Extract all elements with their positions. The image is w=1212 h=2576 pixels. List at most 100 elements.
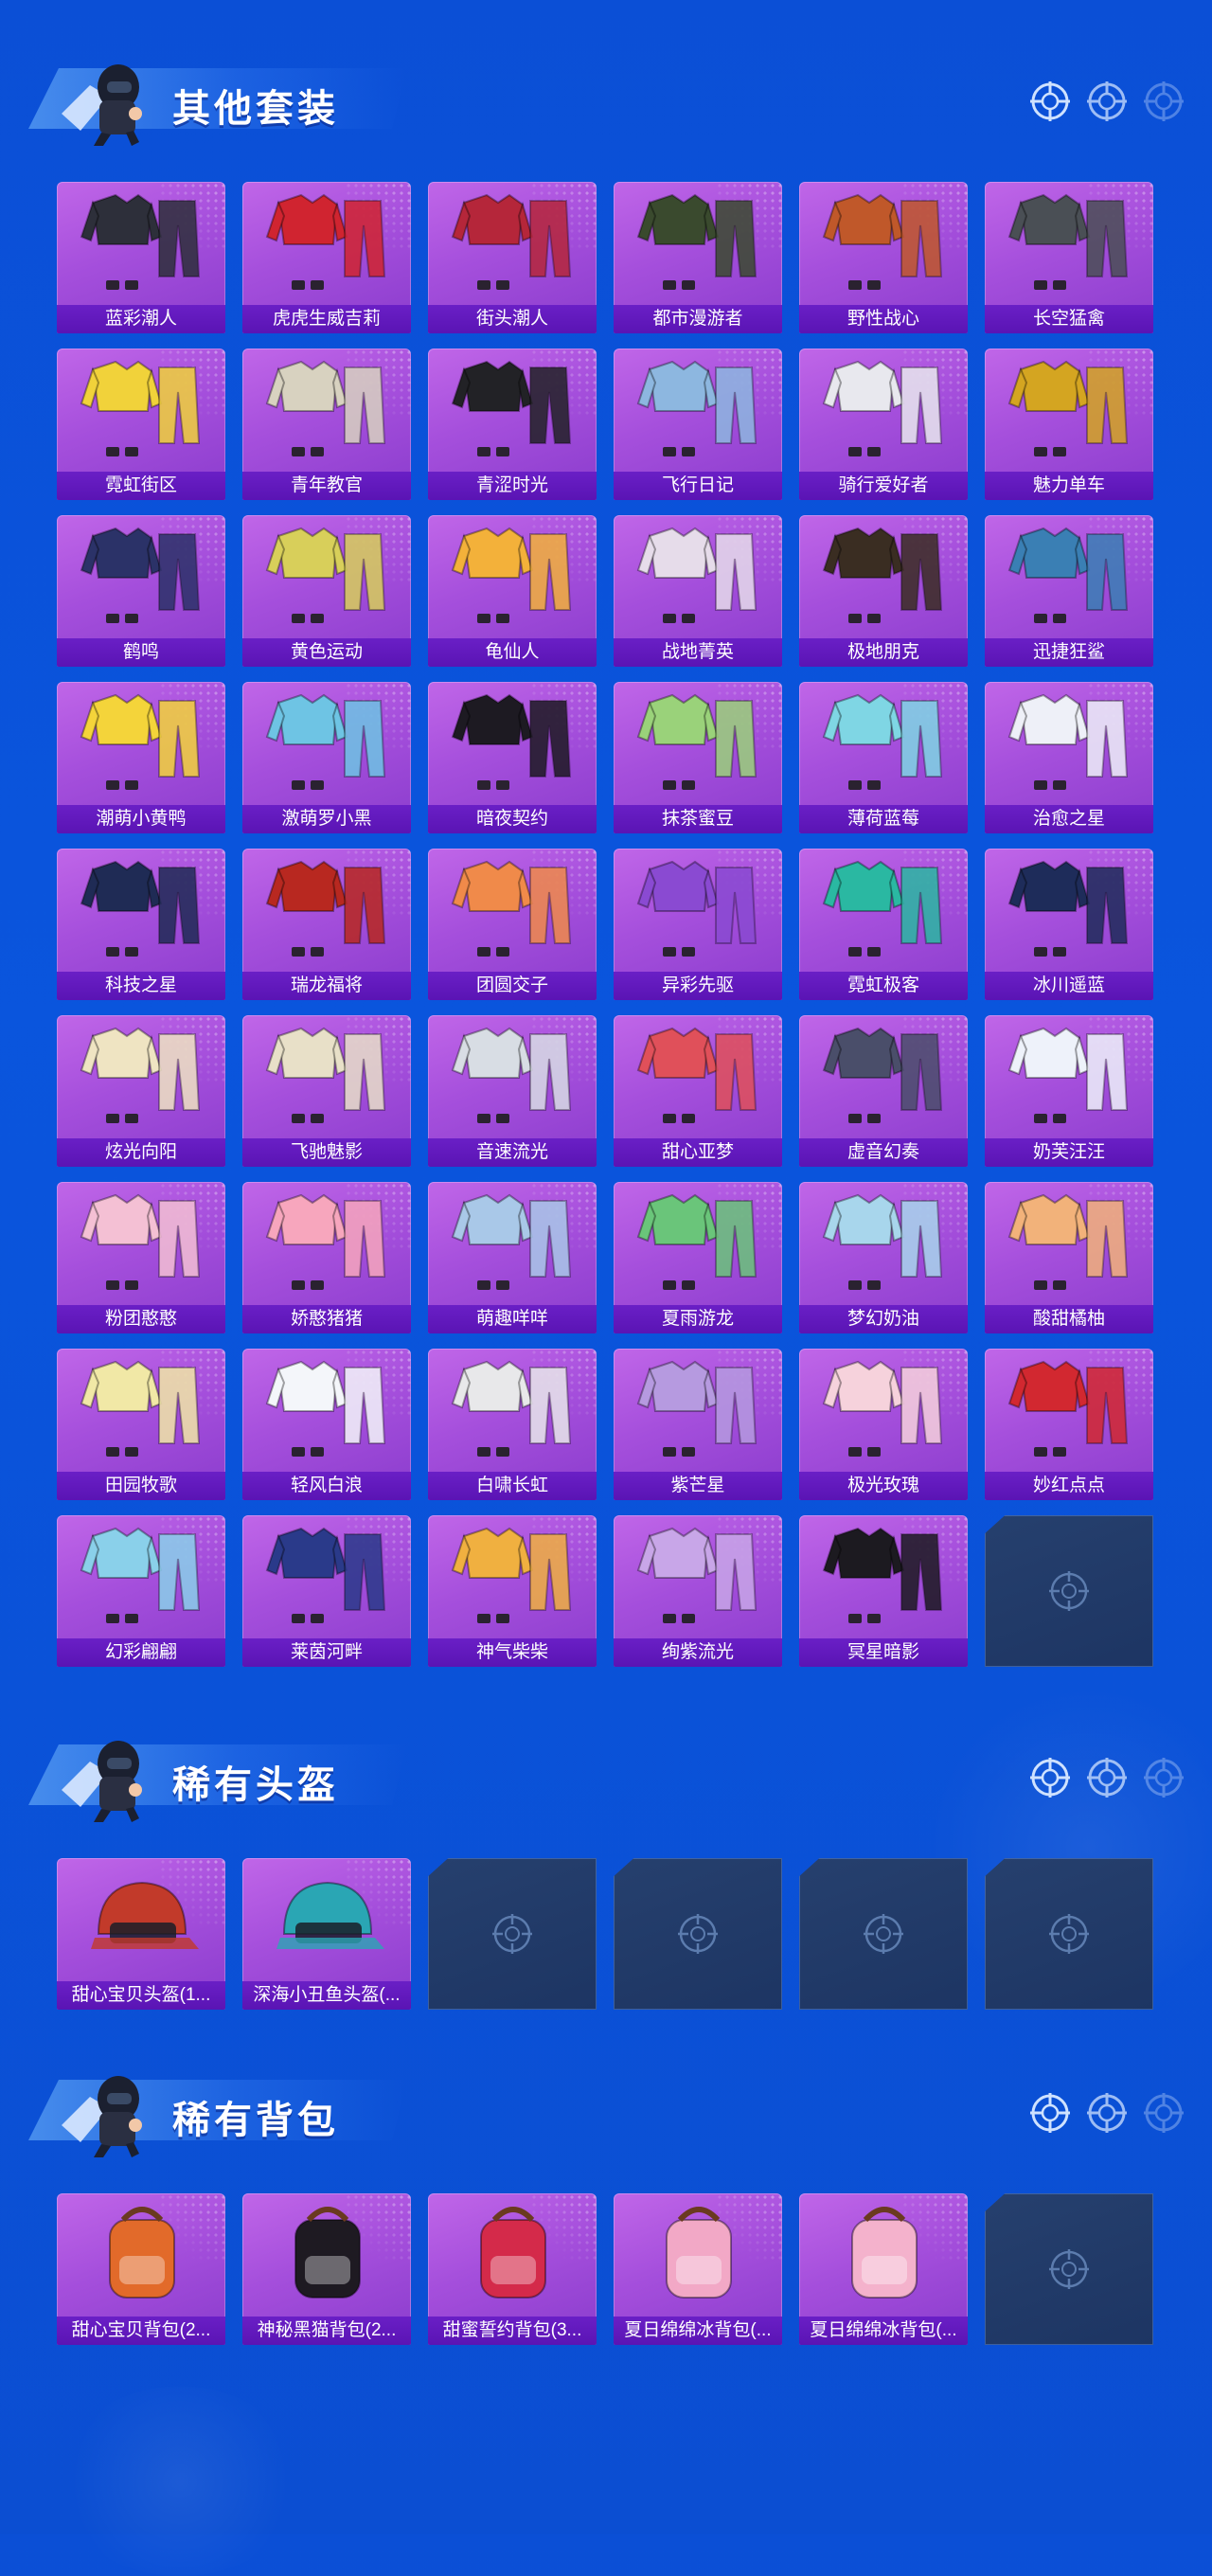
- item-card[interactable]: 异彩先驱: [614, 849, 782, 1000]
- item-name-label: 瑞龙福将: [242, 972, 411, 1000]
- item-card[interactable]: 白啸长虹: [428, 1349, 597, 1500]
- item-card[interactable]: 野性战心: [799, 182, 968, 333]
- item-card[interactable]: 夏日绵绵冰背包(...: [799, 2193, 968, 2345]
- item-card[interactable]: 黄色运动: [242, 515, 411, 667]
- item-card[interactable]: 冥星暗影: [799, 1515, 968, 1667]
- item-card[interactable]: 战地菁英: [614, 515, 782, 667]
- item-card[interactable]: 潮萌小黄鸭: [57, 682, 225, 833]
- item-name-label: 飞驰魅影: [242, 1138, 411, 1167]
- crosshair-icon: [1087, 81, 1127, 121]
- item-name-label: 青年教官: [242, 472, 411, 500]
- item-name-label: 霓虹街区: [57, 472, 225, 500]
- item-name-label: 骑行爱好者: [799, 472, 968, 500]
- item-thumbnail-icon: [822, 1527, 943, 1623]
- item-card[interactable]: 瑞龙福将: [242, 849, 411, 1000]
- item-name-label: 黄色运动: [242, 638, 411, 667]
- item-thumbnail-icon: [80, 1193, 201, 1290]
- item-card[interactable]: 妙红点点: [985, 1349, 1153, 1500]
- item-name-label: 莱茵河畔: [242, 1638, 411, 1667]
- crosshair-decoration-group: [1030, 2093, 1184, 2133]
- item-card[interactable]: 酸甜橘柚: [985, 1182, 1153, 1333]
- item-card[interactable]: 炫光向阳: [57, 1015, 225, 1167]
- item-card[interactable]: 轻风白浪: [242, 1349, 411, 1500]
- item-card[interactable]: 萌趣咩咩: [428, 1182, 597, 1333]
- item-name-label: 野性战心: [799, 305, 968, 333]
- item-card[interactable]: 都市漫游者: [614, 182, 782, 333]
- item-name-label: 都市漫游者: [614, 305, 782, 333]
- item-name-label: 娇憨猪猪: [242, 1305, 411, 1333]
- item-card[interactable]: 虎虎生威吉莉: [242, 182, 411, 333]
- item-thumbnail-icon: [265, 527, 386, 623]
- section-title: 其他套装: [172, 88, 339, 130]
- item-card[interactable]: 神气柴柴: [428, 1515, 597, 1667]
- item-card[interactable]: 青年教官: [242, 349, 411, 500]
- item-card[interactable]: 飞驰魅影: [242, 1015, 411, 1167]
- item-thumbnail-icon: [80, 1027, 201, 1123]
- crosshair-icon: [1030, 1758, 1070, 1798]
- item-thumbnail-icon: [480, 2207, 546, 2299]
- item-card[interactable]: 鹤鸣: [57, 515, 225, 667]
- item-thumbnail-icon: [636, 527, 758, 623]
- item-card[interactable]: 长空猛禽: [985, 182, 1153, 333]
- item-card[interactable]: 暗夜契约: [428, 682, 597, 833]
- item-thumbnail-icon: [451, 1027, 572, 1123]
- item-card[interactable]: 梦幻奶油: [799, 1182, 968, 1333]
- item-card[interactable]: 甜蜜誓约背包(3...: [428, 2193, 597, 2345]
- item-card[interactable]: 冰川遥蓝: [985, 849, 1153, 1000]
- item-name-label: 甜心亚梦: [614, 1138, 782, 1167]
- item-card[interactable]: 甜心宝贝背包(2...: [57, 2193, 225, 2345]
- item-card[interactable]: 科技之星: [57, 849, 225, 1000]
- item-card[interactable]: 深海小丑鱼头盔(...: [242, 1858, 411, 2010]
- item-name-label: 甜心宝贝背包(2...: [57, 2317, 225, 2345]
- item-thumbnail-icon: [451, 1360, 572, 1457]
- item-card[interactable]: 夏日绵绵冰背包(...: [614, 2193, 782, 2345]
- item-thumbnail-icon: [636, 360, 758, 456]
- item-card[interactable]: 极地朋克: [799, 515, 968, 667]
- item-thumbnail-icon: [1007, 860, 1129, 957]
- item-name-label: 夏日绵绵冰背包(...: [799, 2317, 968, 2345]
- item-card[interactable]: 粉团憨憨: [57, 1182, 225, 1333]
- item-card[interactable]: 街头潮人: [428, 182, 597, 333]
- item-card[interactable]: 甜心亚梦: [614, 1015, 782, 1167]
- item-card[interactable]: 幻彩翩翩: [57, 1515, 225, 1667]
- item-card[interactable]: 紫芒星: [614, 1349, 782, 1500]
- item-card[interactable]: 激萌罗小黑: [242, 682, 411, 833]
- item-thumbnail-icon: [451, 527, 572, 623]
- item-card[interactable]: 霓虹极客: [799, 849, 968, 1000]
- item-thumbnail-icon: [265, 193, 386, 290]
- item-card[interactable]: 蓝彩潮人: [57, 182, 225, 333]
- item-name-label: 团圆交子: [428, 972, 597, 1000]
- item-card[interactable]: 飞行日记: [614, 349, 782, 500]
- item-card[interactable]: 绚紫流光: [614, 1515, 782, 1667]
- crosshair-icon: [1087, 2093, 1127, 2133]
- empty-item-slot: [985, 1515, 1153, 1667]
- item-card[interactable]: 虚音幻奏: [799, 1015, 968, 1167]
- item-card[interactable]: 田园牧歌: [57, 1349, 225, 1500]
- item-card[interactable]: 霓虹街区: [57, 349, 225, 500]
- item-card[interactable]: 甜心宝贝头盔(1...: [57, 1858, 225, 2010]
- section-title: 稀有背包: [172, 2100, 339, 2141]
- item-card[interactable]: 夏雨游龙: [614, 1182, 782, 1333]
- item-card[interactable]: 青涩时光: [428, 349, 597, 500]
- item-card[interactable]: 迅捷狂鲨: [985, 515, 1153, 667]
- item-thumbnail-icon: [451, 360, 572, 456]
- item-card[interactable]: 极光玫瑰: [799, 1349, 968, 1500]
- item-card[interactable]: 团圆交子: [428, 849, 597, 1000]
- item-card[interactable]: 骑行爱好者: [799, 349, 968, 500]
- item-card[interactable]: 薄荷蓝莓: [799, 682, 968, 833]
- item-card[interactable]: 龟仙人: [428, 515, 597, 667]
- item-name-label: 龟仙人: [428, 638, 597, 667]
- section-header: 稀有头盔: [0, 1714, 1212, 1828]
- item-card[interactable]: 神秘黑猫背包(2...: [242, 2193, 411, 2345]
- item-card[interactable]: 娇憨猪猪: [242, 1182, 411, 1333]
- item-card[interactable]: 音速流光: [428, 1015, 597, 1167]
- item-card[interactable]: 抹茶蜜豆: [614, 682, 782, 833]
- item-name-label: 极光玫瑰: [799, 1472, 968, 1500]
- item-card[interactable]: 魅力单车: [985, 349, 1153, 500]
- item-card[interactable]: 奶芙汪汪: [985, 1015, 1153, 1167]
- item-card[interactable]: 莱茵河畔: [242, 1515, 411, 1667]
- item-thumbnail-icon: [851, 2207, 918, 2299]
- item-card[interactable]: 治愈之星: [985, 682, 1153, 833]
- item-name-label: 夏雨游龙: [614, 1305, 782, 1333]
- item-thumbnail-icon: [1007, 527, 1129, 623]
